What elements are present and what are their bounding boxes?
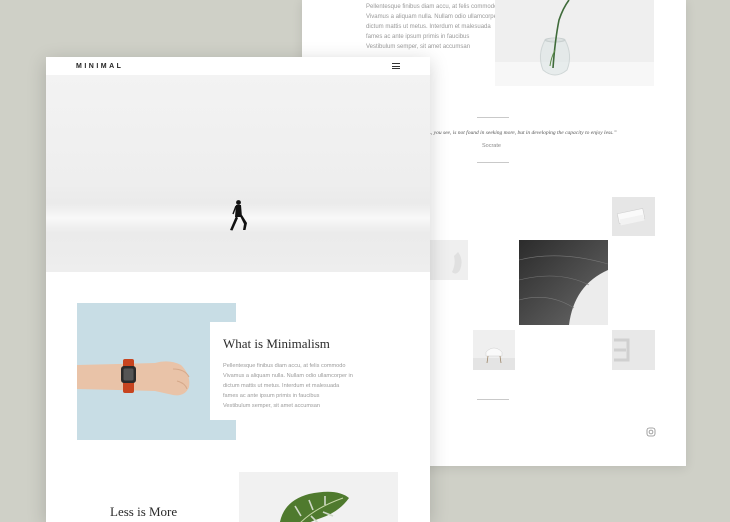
back-paragraph-line: Pellentesque finibus diam accu, at felis…: [366, 4, 498, 10]
number-illustration: [614, 338, 630, 362]
card-body: Pellentesque finibus diam accu, at felis…: [223, 361, 388, 411]
gallery-image-chair[interactable]: [473, 330, 515, 370]
gallery-image-number[interactable]: [612, 330, 655, 370]
logo[interactable]: MINIMAL: [76, 63, 123, 70]
front-page-preview: MINIMAL What is Minimalism Pellentesque …: [46, 57, 430, 522]
architecture-illustration: [518, 240, 609, 325]
card-body-line: Vestibulum semper, sit amet accumsan: [223, 403, 320, 409]
vase-illustration: [539, 0, 571, 76]
card-body-line: fames ac ante ipsum primis in faucibus: [223, 393, 320, 399]
book-illustration: [616, 208, 646, 226]
hand-illustration: [452, 252, 462, 274]
plant-illustration: [280, 491, 349, 522]
card-body-line: Vivamus a aliquam nulla. Nullam odio ull…: [223, 373, 353, 379]
gallery-image-hand[interactable]: [430, 240, 468, 280]
divider-line: [477, 162, 509, 163]
gallery-image-architecture[interactable]: [518, 240, 609, 325]
plant-image: [239, 472, 398, 522]
back-paragraph-line: dictum mattis ut metus. Interdum et male…: [366, 24, 491, 30]
quote-text: …, you see, is not found in seeking more…: [426, 130, 617, 136]
vase-image: [495, 0, 654, 86]
instagram-icon[interactable]: [646, 427, 656, 437]
hero-image: [46, 75, 430, 272]
card-body-line: Pellentesque finibus diam accu, at felis…: [223, 363, 346, 369]
gallery-image-book[interactable]: [612, 197, 655, 236]
section-title: Less is More: [110, 504, 178, 519]
back-paragraph-line: Vestibulum semper, sit amet accumsan: [366, 44, 471, 50]
navbar: MINIMAL: [46, 57, 430, 75]
minimalism-card: What is Minimalism Pellentesque finibus …: [210, 322, 400, 420]
back-paragraph: Pellentesque finibus diam accu, at felis…: [366, 2, 516, 52]
quote-author: Socrate: [482, 143, 501, 149]
back-paragraph-line: fames ac ante ipsum primis in faucibus: [366, 34, 470, 40]
card-title: What is Minimalism: [223, 336, 330, 351]
walking-person-illustration: [230, 200, 247, 231]
chair-illustration: [473, 347, 515, 370]
divider-line: [477, 399, 509, 400]
hamburger-menu-icon[interactable]: [392, 63, 400, 69]
divider-line: [477, 117, 509, 118]
back-paragraph-line: Vivamus a aliquam nulla. Nullam odio ull…: [366, 14, 506, 20]
card-body-line: dictum mattis ut metus. Interdum et male…: [223, 383, 340, 389]
